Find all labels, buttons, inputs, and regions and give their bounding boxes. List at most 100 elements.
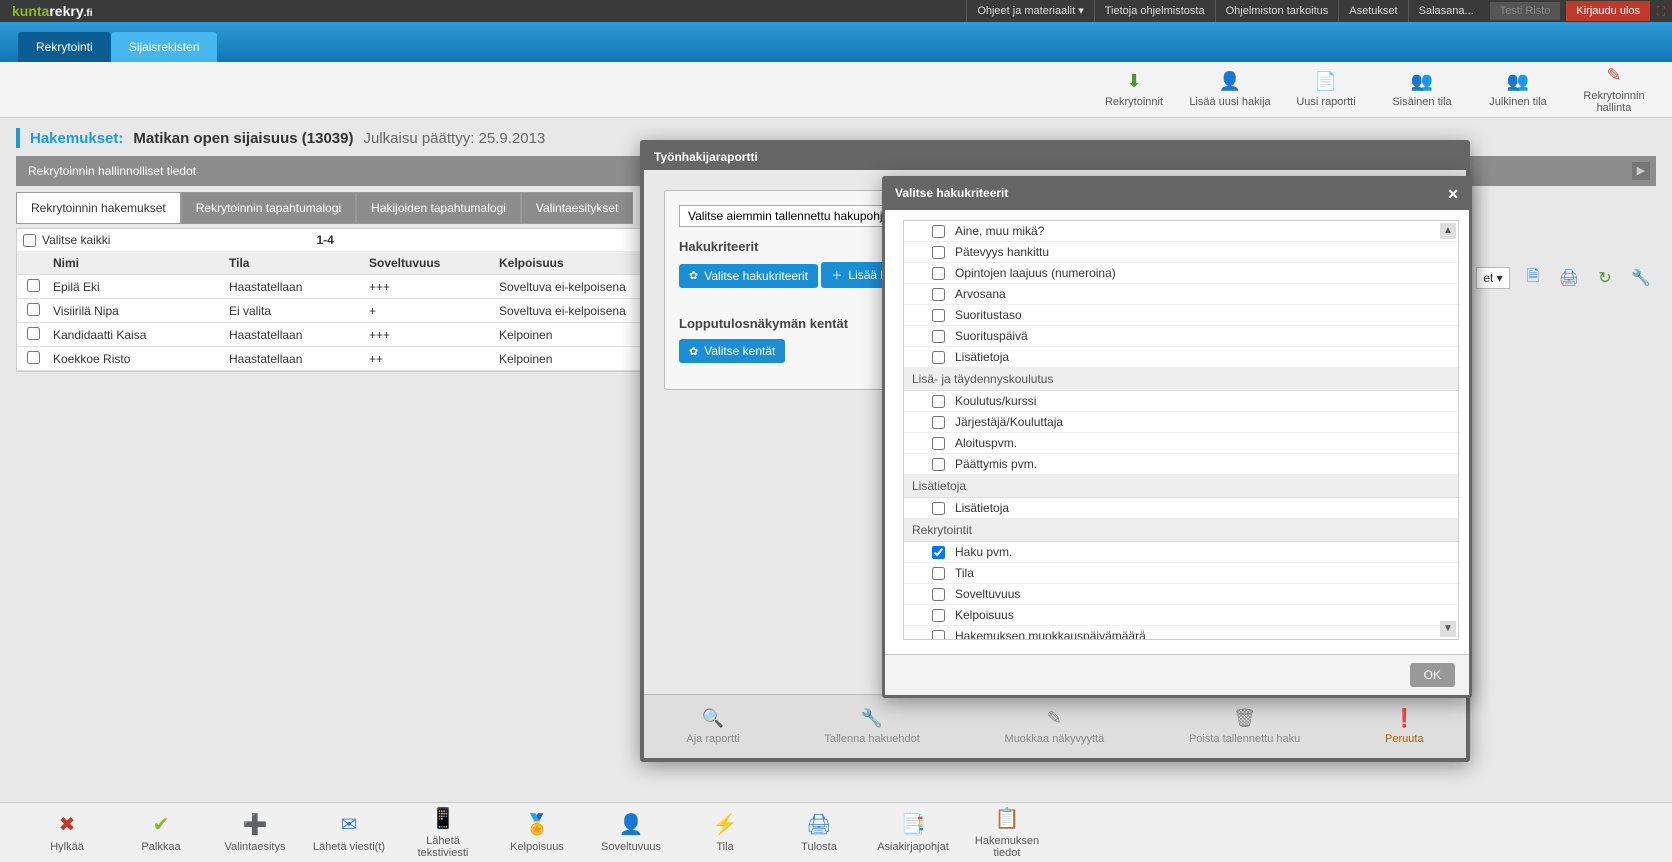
delete-search-button[interactable]: 🗑Poista tallennettu haku <box>1189 708 1300 745</box>
fullscreen-icon[interactable]: ⛶ <box>1650 0 1672 22</box>
bottom-tila[interactable]: ⚡Tila <box>682 812 768 853</box>
act-admin[interactable]: ✎Rekrytoinnin hallinta <box>1566 62 1662 117</box>
export-icon[interactable]: 🗎 <box>1520 265 1546 291</box>
act-add-hakija[interactable]: 👤Lisää uusi hakija <box>1182 62 1278 117</box>
criteria-item[interactable]: Opintojen laajuus (numeroina) <box>904 263 1458 284</box>
select-all-checkbox[interactable] <box>23 234 36 247</box>
criteria-item[interactable]: Aine, muu mikä? <box>904 221 1458 242</box>
criteria-checkbox[interactable] <box>932 246 945 259</box>
inner-tab-hakemukset[interactable]: Rekrytoinnin hakemukset <box>16 192 181 224</box>
criteria-item[interactable]: Kelpoisuus <box>904 605 1458 626</box>
scroll-up-icon[interactable]: ▲ <box>1440 223 1456 239</box>
criteria-label: Soveltuvuus <box>955 587 1020 601</box>
criteria-checkbox[interactable] <box>932 225 945 238</box>
inner-tab-rekry-log[interactable]: Rekrytoinnin tapahtumalogi <box>181 192 356 224</box>
table-row[interactable]: Visiirilä NipaEi valita+Soveltuva ei-kel… <box>17 299 655 323</box>
criteria-checkbox[interactable] <box>932 309 945 322</box>
act-internal-state[interactable]: 👥Sisäinen tila <box>1374 62 1470 117</box>
criteria-item[interactable]: Koulutus/kurssi <box>904 391 1458 412</box>
col-soveltuvuus[interactable]: Soveltuvuus <box>369 256 499 270</box>
criteria-label: Tila <box>955 566 974 580</box>
criteria-item[interactable]: Aloituspvm. <box>904 433 1458 454</box>
criteria-item[interactable]: Suoritustaso <box>904 305 1458 326</box>
bottom-proposal[interactable]: ➕Valintaesitys <box>212 812 298 853</box>
criteria-checkbox[interactable] <box>932 567 945 580</box>
criteria-item[interactable]: Haku pvm. <box>904 542 1458 563</box>
inner-tab-hakija-log[interactable]: Hakijoiden tapahtumalogi <box>356 192 521 224</box>
row-checkbox[interactable] <box>27 351 40 364</box>
bottom-soveltuvuus[interactable]: 👤Soveltuvuus <box>588 812 674 853</box>
tab-rekrytointi[interactable]: Rekrytointi <box>18 32 111 62</box>
bottom-details[interactable]: 📋Hakemuksen tiedot <box>964 806 1050 859</box>
row-checkbox[interactable] <box>27 279 40 292</box>
criteria-checkbox[interactable] <box>932 630 945 641</box>
act-new-report[interactable]: 📄Uusi raportti <box>1278 62 1374 117</box>
print-icon[interactable]: 🖨 <box>1556 265 1582 291</box>
bottom-kelpoisuus[interactable]: 🏅Kelpoisuus <box>494 812 580 853</box>
choose-criteria-button[interactable]: ✿Valitse hakukriteerit <box>679 264 818 288</box>
refresh-icon[interactable]: ↻ <box>1592 265 1618 291</box>
save-search-button[interactable]: 🔧Tallenna hakuehdot <box>824 708 919 745</box>
top-menu-password[interactable]: Salasana... <box>1408 0 1484 22</box>
criteria-checkbox[interactable] <box>932 502 945 515</box>
criteria-checkbox[interactable] <box>932 458 945 471</box>
criteria-item[interactable]: Päättymis pvm. <box>904 454 1458 475</box>
criteria-checkbox[interactable] <box>932 330 945 343</box>
criteria-item[interactable]: Lisätietoja <box>904 498 1458 519</box>
bottom-action-bar: ✖Hylkää ✔Palkkaa ➕Valintaesitys ✉Lähetä … <box>0 802 1672 862</box>
criteria-item[interactable]: Lisätietoja <box>904 347 1458 368</box>
row-checkbox[interactable] <box>27 327 40 340</box>
ok-button[interactable]: OK <box>1410 663 1455 687</box>
criteria-item[interactable]: Tila <box>904 563 1458 584</box>
bottom-hire[interactable]: ✔Palkkaa <box>118 812 204 853</box>
criteria-checkbox[interactable] <box>932 267 945 280</box>
tab-sijaisrekisteri[interactable]: Sijaisrekisteri <box>111 32 218 62</box>
criteria-checkbox[interactable] <box>932 546 945 559</box>
criteria-item[interactable]: Soveltuvuus <box>904 584 1458 605</box>
table-row[interactable]: Epilä EkiHaastatellaan+++Soveltuva ei-ke… <box>17 275 655 299</box>
criteria-item[interactable]: Hakemuksen muokkauspäivämäärä <box>904 626 1458 640</box>
criteria-item[interactable]: Järjestäjä/Kouluttaja <box>904 412 1458 433</box>
criteria-checkbox[interactable] <box>932 609 945 622</box>
row-checkbox[interactable] <box>27 303 40 316</box>
col-kelpoisuus[interactable]: Kelpoisuus <box>499 256 655 270</box>
edit-visibility-button[interactable]: ✎Muokkaa näkyvyyttä <box>1005 708 1105 745</box>
act-rekrytoinnit[interactable]: ⬇Rekrytoinnit <box>1086 62 1182 117</box>
logout-button[interactable]: Kirjaudu ulos <box>1566 1 1650 21</box>
cancel-button[interactable]: ❗Peruuta <box>1385 708 1424 745</box>
criteria-checkbox[interactable] <box>932 416 945 429</box>
bottom-email[interactable]: ✉Lähetä viesti(t) <box>306 812 392 853</box>
table-row[interactable]: Koekkoe RistoHaastatellaan++Kelpoinen <box>17 347 655 371</box>
criteria-checkbox[interactable] <box>932 395 945 408</box>
criteria-checkbox[interactable] <box>932 351 945 364</box>
close-icon[interactable]: ✕ <box>1447 186 1459 203</box>
criteria-checkbox[interactable] <box>932 588 945 601</box>
criteria-checkbox[interactable] <box>932 437 945 450</box>
col-tila[interactable]: Tila <box>229 256 369 270</box>
criteria-list[interactable]: ▲ Aine, muu mikä?Pätevyys hankittuOpinto… <box>903 220 1459 640</box>
chevron-right-icon[interactable]: ▶ <box>1632 162 1650 180</box>
top-menu-about[interactable]: Tietoja ohjelmistosta <box>1094 0 1215 22</box>
criteria-item[interactable]: Suorituspäivä <box>904 326 1458 347</box>
pencil-icon: ✎ <box>1047 708 1062 729</box>
inner-tab-valinta[interactable]: Valintaesitykset <box>521 192 633 224</box>
act-public-state[interactable]: 👥Julkinen tila <box>1470 62 1566 117</box>
bottom-templates[interactable]: 📑Asiakirjapohjat <box>870 812 956 853</box>
select-all-row: Valitse kaikki 1-4 <box>17 229 655 251</box>
criteria-item[interactable]: Pätevyys hankittu <box>904 242 1458 263</box>
choose-fields-button[interactable]: ✿Valitse kentät <box>679 339 785 363</box>
top-menu-help[interactable]: Ohjeet ja materiaalit ▾ <box>966 0 1093 22</box>
bottom-print[interactable]: 🖨Tulosta <box>776 812 862 853</box>
table-row[interactable]: Kandidaatti KaisaHaastatellaan+++Kelpoin… <box>17 323 655 347</box>
criteria-checkbox[interactable] <box>932 288 945 301</box>
pageset-dropdown[interactable]: et ▾ <box>1476 267 1510 289</box>
scroll-down-icon[interactable]: ▼ <box>1440 621 1456 637</box>
col-nimi[interactable]: Nimi <box>49 256 229 270</box>
criteria-item[interactable]: Arvosana <box>904 284 1458 305</box>
top-menu-purpose[interactable]: Ohjelmiston tarkoitus <box>1215 0 1339 22</box>
bottom-reject[interactable]: ✖Hylkää <box>24 812 110 853</box>
bottom-sms[interactable]: 📱Lähetä tekstiviesti <box>400 806 486 859</box>
top-menu-settings[interactable]: Asetukset <box>1338 0 1407 22</box>
run-report-button[interactable]: 🔍Aja raportti <box>686 708 739 745</box>
wrench-icon[interactable]: 🔧 <box>1628 265 1654 291</box>
